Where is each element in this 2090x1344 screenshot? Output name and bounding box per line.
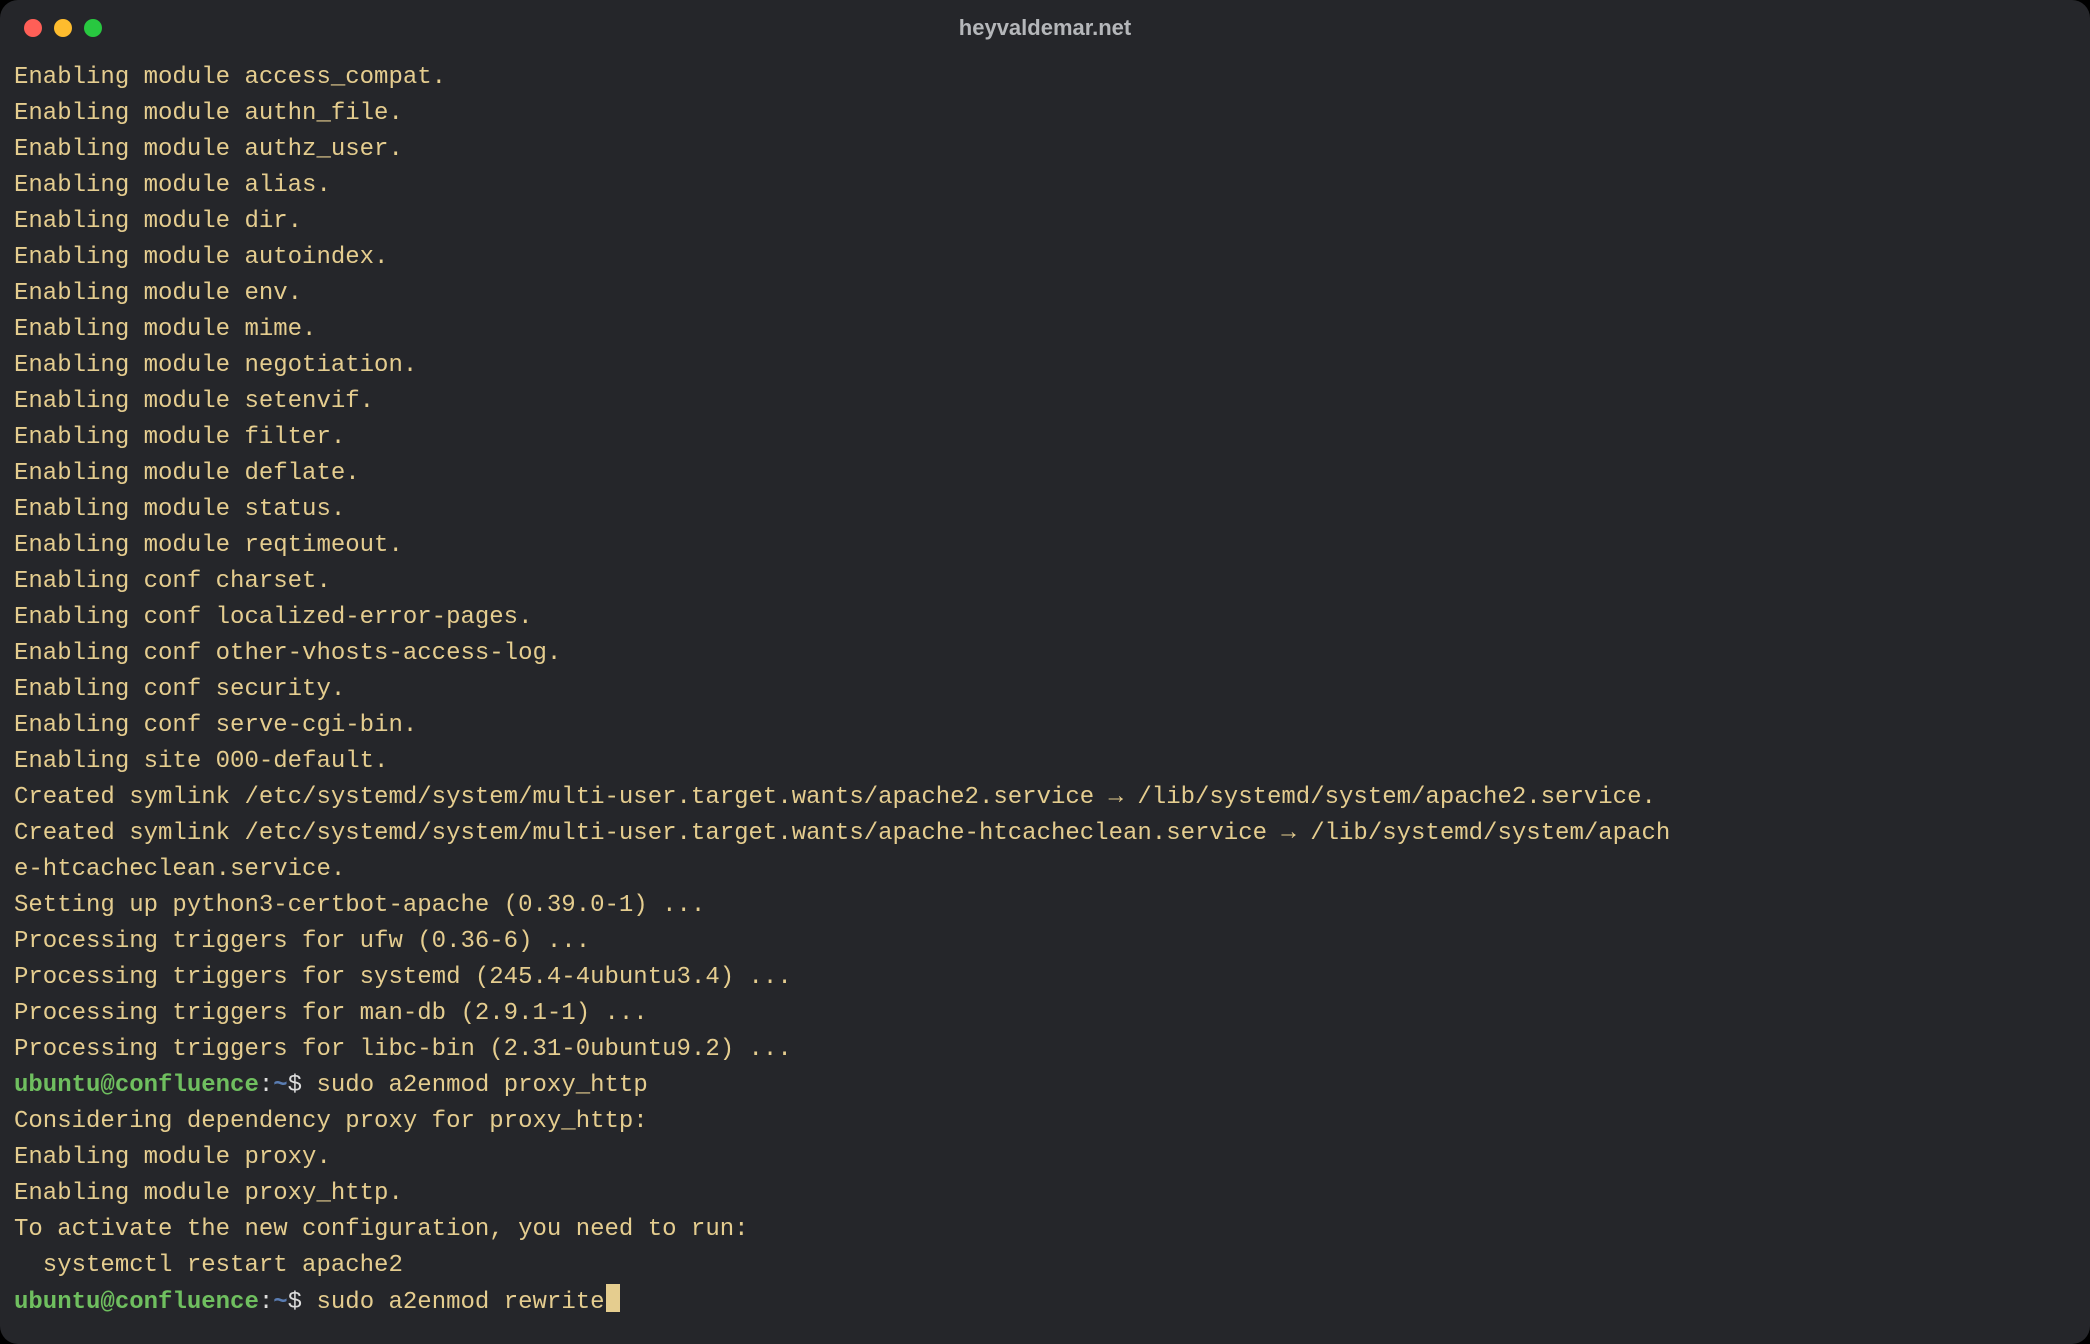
- output-line: Enabling module setenvif.: [14, 384, 2076, 420]
- titlebar: heyvaldemar.net: [0, 0, 2090, 56]
- window-title: heyvaldemar.net: [0, 15, 2090, 41]
- output-line: Enabling module status.: [14, 492, 2076, 528]
- prompt-sep: :: [259, 1072, 273, 1099]
- prompt-line-current[interactable]: ubuntu@confluence:~$ sudo a2enmod rewrit…: [14, 1284, 2076, 1321]
- prompt-at: @: [100, 1072, 114, 1099]
- output-line: Enabling module dir.: [14, 204, 2076, 240]
- output-line: Enabling conf charset.: [14, 564, 2076, 600]
- prompt-at: @: [100, 1289, 114, 1316]
- output-line: Processing triggers for libc-bin (2.31-0…: [14, 1032, 2076, 1068]
- prompt-user: ubuntu: [14, 1072, 100, 1099]
- output-line: e-htcacheclean.service.: [14, 852, 2076, 888]
- prompt-host: confluence: [115, 1289, 259, 1316]
- output-line: Considering dependency proxy for proxy_h…: [14, 1104, 2076, 1140]
- prompt-path: ~: [273, 1289, 287, 1316]
- output-line: To activate the new configuration, you n…: [14, 1212, 2076, 1248]
- output-line: Enabling module env.: [14, 276, 2076, 312]
- output-line: Processing triggers for systemd (245.4-4…: [14, 960, 2076, 996]
- output-line: Enabling module deflate.: [14, 456, 2076, 492]
- output-line: Enabling conf security.: [14, 672, 2076, 708]
- output-line: Enabling conf other-vhosts-access-log.: [14, 636, 2076, 672]
- prompt-symbol: $: [288, 1072, 302, 1099]
- command-input[interactable]: sudo a2enmod rewrite: [316, 1289, 604, 1316]
- terminal-window: heyvaldemar.net Enabling module access_c…: [0, 0, 2090, 1344]
- output-line: Processing triggers for ufw (0.36-6) ...: [14, 924, 2076, 960]
- output-line: Setting up python3-certbot-apache (0.39.…: [14, 888, 2076, 924]
- output-line: Enabling module reqtimeout.: [14, 528, 2076, 564]
- output-line: Enabling module access_compat.: [14, 60, 2076, 96]
- output-line: Enabling module autoindex.: [14, 240, 2076, 276]
- output-line: systemctl restart apache2: [14, 1248, 2076, 1284]
- command-executed: sudo a2enmod proxy_http: [316, 1072, 647, 1099]
- output-line: Enabling module proxy.: [14, 1140, 2076, 1176]
- prompt-host: confluence: [115, 1072, 259, 1099]
- prompt-line: ubuntu@confluence:~$ sudo a2enmod proxy_…: [14, 1068, 2076, 1104]
- output-line: Enabling module negotiation.: [14, 348, 2076, 384]
- output-line: Enabling module mime.: [14, 312, 2076, 348]
- terminal-area[interactable]: Enabling module access_compat. Enabling …: [0, 56, 2090, 1335]
- output-line: Enabling site 000-default.: [14, 744, 2076, 780]
- prompt-user: ubuntu: [14, 1289, 100, 1316]
- output-line: Enabling module authn_file.: [14, 96, 2076, 132]
- output-line: Created symlink /etc/systemd/system/mult…: [14, 780, 2076, 816]
- output-line: Enabling module alias.: [14, 168, 2076, 204]
- output-line: Enabling module authz_user.: [14, 132, 2076, 168]
- prompt-path: ~: [273, 1072, 287, 1099]
- prompt-sep: :: [259, 1289, 273, 1316]
- output-line: Enabling conf localized-error-pages.: [14, 600, 2076, 636]
- output-line: Enabling conf serve-cgi-bin.: [14, 708, 2076, 744]
- output-line: Created symlink /etc/systemd/system/mult…: [14, 816, 2076, 852]
- prompt-symbol: $: [288, 1289, 302, 1316]
- output-line: Processing triggers for man-db (2.9.1-1)…: [14, 996, 2076, 1032]
- cursor-icon: [606, 1284, 620, 1312]
- output-line: Enabling module filter.: [14, 420, 2076, 456]
- output-line: Enabling module proxy_http.: [14, 1176, 2076, 1212]
